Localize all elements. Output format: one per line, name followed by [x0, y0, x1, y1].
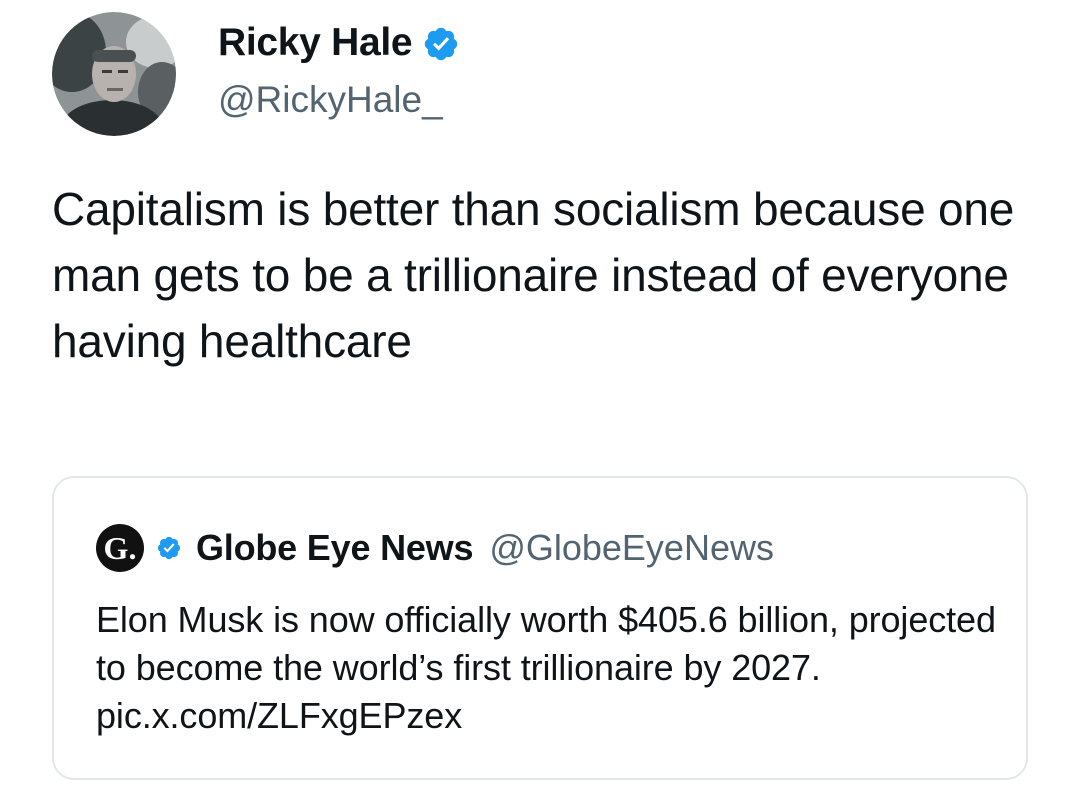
- globe-eye-logo-icon[interactable]: G.: [96, 524, 144, 572]
- quoted-tweet-text: Elon Musk is now officially worth $405.6…: [96, 599, 996, 736]
- verified-badge-icon: [422, 25, 460, 63]
- quoted-verified-badge-icon: [156, 535, 182, 561]
- quoted-author-display-name[interactable]: Globe Eye News: [196, 527, 474, 569]
- avatar[interactable]: [52, 12, 176, 136]
- quoted-author-handle[interactable]: @GlobeEyeNews: [489, 527, 774, 569]
- author-name-row: Ricky Hale: [218, 20, 460, 66]
- quoted-tweet-header: G. Globe Eye News @GlobeEyeNews: [96, 524, 774, 572]
- author-display-name[interactable]: Ricky Hale: [218, 20, 413, 66]
- tweet-text: Capitalism is better than socialism beca…: [52, 183, 1015, 367]
- profile-photo: [52, 12, 176, 136]
- quoted-tweet-card[interactable]: G. Globe Eye News @GlobeEyeNews Elon Mus…: [52, 476, 1028, 780]
- author-handle[interactable]: @RickyHale_: [218, 78, 443, 122]
